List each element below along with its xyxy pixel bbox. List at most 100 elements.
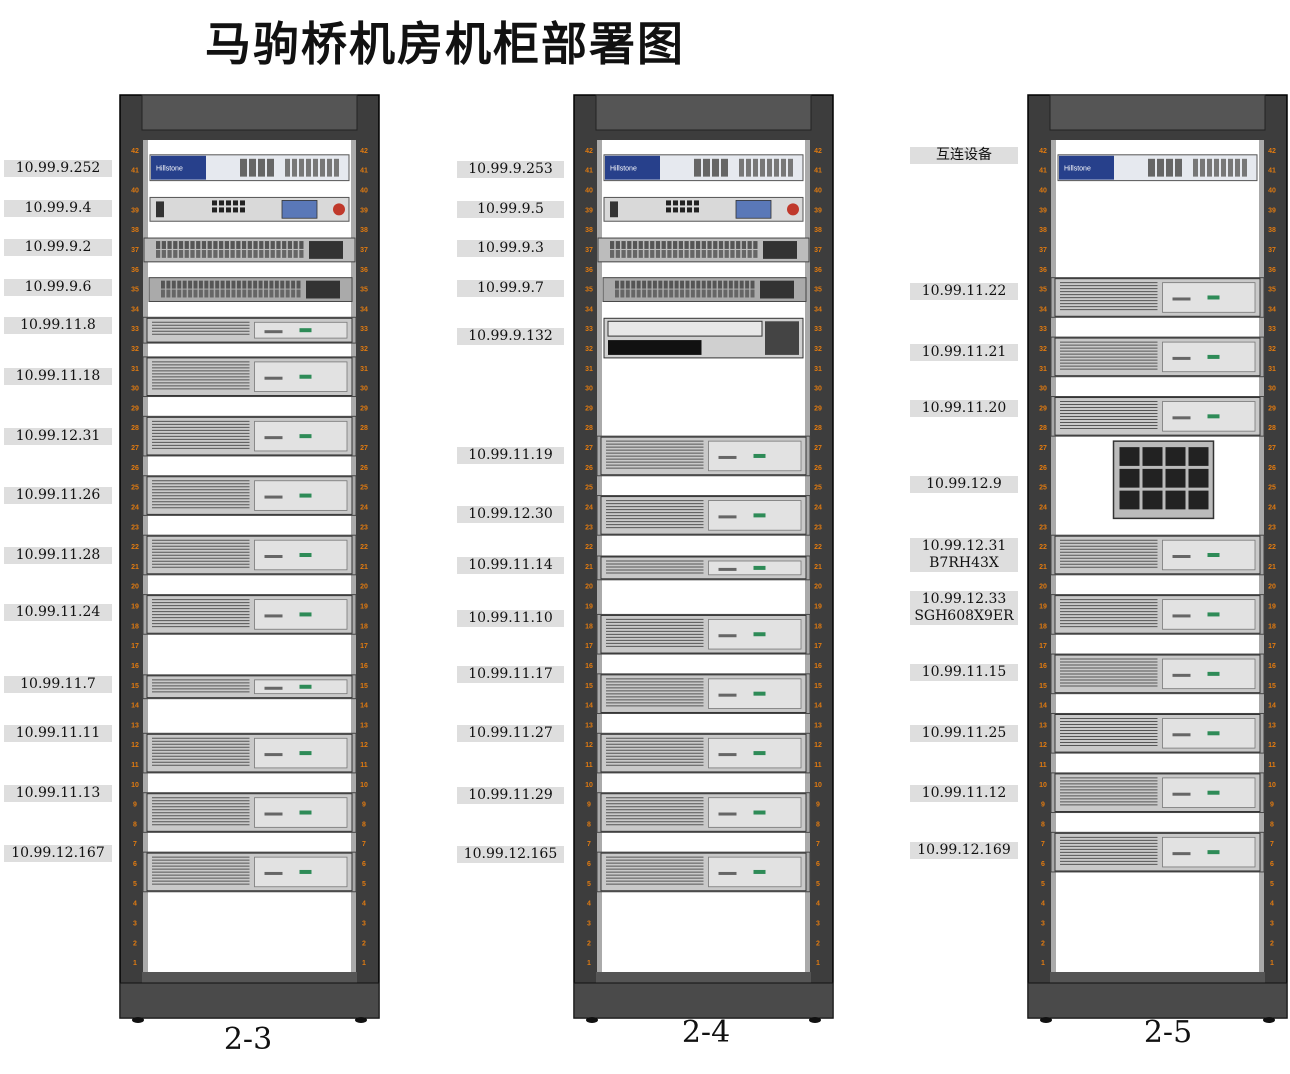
switch-port [258, 289, 263, 298]
port [1148, 158, 1155, 177]
switch-port [620, 289, 625, 298]
unit-number: 6 [816, 861, 820, 868]
unit-number: 10 [1268, 782, 1276, 789]
server-led [753, 565, 766, 570]
switch-port [685, 289, 690, 298]
port [666, 207, 671, 213]
ip-label: 10.99.9.4 [4, 200, 112, 217]
unit-number: 23 [814, 524, 822, 531]
unit-number: 13 [1039, 722, 1047, 729]
unit-number: 2 [816, 940, 820, 947]
switch-port [642, 289, 647, 298]
unit-number: 28 [585, 425, 593, 432]
unit-number: 4 [816, 901, 820, 908]
port [746, 158, 751, 177]
unit-number: 3 [587, 920, 591, 927]
ip-label: 10.99.9.132 [457, 328, 564, 345]
switch-port [718, 241, 724, 249]
switch-port [631, 280, 636, 289]
ip-address: 10.99.11.11 [15, 725, 101, 741]
server-2u [1050, 594, 1265, 635]
ip-label: 10.99.11.8 [4, 317, 112, 334]
unit-number: 40 [1268, 188, 1276, 195]
unit-number: 22 [360, 544, 368, 551]
unit-number: 17 [360, 643, 368, 650]
server-led [1207, 612, 1220, 617]
switch-port [638, 249, 643, 258]
switch-port [166, 280, 171, 289]
switch-port [690, 280, 695, 289]
unit-number: 39 [1039, 207, 1047, 214]
server-led [299, 374, 312, 379]
ip-address: 10.99.9.252 [15, 160, 101, 176]
switch-port [615, 289, 619, 298]
switch-port [615, 280, 619, 289]
unit-number: 25 [131, 485, 139, 492]
unit-number: 27 [360, 445, 368, 452]
unit-number: 30 [814, 386, 822, 393]
switch-port [718, 249, 724, 258]
switch-port [173, 249, 178, 258]
port [226, 207, 231, 213]
switch-port [276, 249, 281, 258]
server-button [264, 753, 283, 757]
drive-bay [1188, 447, 1209, 466]
unit-number: 11 [1039, 762, 1047, 769]
unit-number: 42 [585, 148, 593, 155]
server-led [753, 810, 766, 815]
switch-port [652, 280, 657, 289]
switch-port [690, 241, 695, 249]
switch-port [707, 249, 712, 258]
unit-number: 8 [133, 821, 137, 828]
ip-address: 10.99.12.33 [921, 591, 1007, 607]
port [703, 158, 710, 177]
switch-port [167, 249, 172, 258]
switch-port [690, 289, 695, 298]
unit-number: 9 [1270, 802, 1274, 809]
server-led [1207, 354, 1220, 359]
server-2u [142, 475, 357, 516]
unit-number: 12 [814, 742, 822, 749]
switch-port [690, 249, 695, 258]
unit-number: 2 [133, 940, 137, 947]
unit-number: 36 [360, 267, 368, 274]
server-button [718, 812, 737, 816]
ip-label: 10.99.9.253 [457, 161, 564, 178]
server-2u [596, 732, 811, 774]
unit-number: 9 [1041, 802, 1045, 809]
unit-number: 28 [1039, 425, 1047, 432]
switch-port [642, 280, 647, 289]
unit-number: 23 [585, 524, 593, 531]
unit-number: 40 [360, 188, 368, 195]
unit-number: 12 [131, 742, 139, 749]
unit-number: 1 [1041, 960, 1045, 967]
ip-label: 10.99.11.7 [4, 676, 112, 693]
unit-number: 7 [587, 841, 591, 848]
rack-top [595, 94, 812, 131]
unit-number: 4 [133, 901, 137, 908]
switch-port [678, 241, 683, 249]
server-2u [596, 851, 811, 893]
switch-port [674, 280, 679, 289]
switch-port [299, 241, 304, 249]
unit-number: 40 [131, 188, 139, 195]
appliance-body [149, 196, 350, 222]
switch-port [680, 289, 684, 298]
port [219, 207, 224, 213]
port [1221, 158, 1226, 177]
ip-label: 10.99.11.14 [457, 557, 564, 574]
unit-number: 41 [1268, 168, 1276, 175]
ip-address: 10.99.11.21 [921, 344, 1007, 360]
unit-number: 42 [814, 148, 822, 155]
ip-label: 10.99.9.3 [457, 240, 564, 257]
switch-port [161, 241, 166, 249]
server-led [1207, 295, 1220, 300]
unit-number: 41 [1039, 168, 1047, 175]
switch-port [667, 241, 672, 249]
server-2u [142, 594, 357, 635]
unit-number: 20 [1268, 584, 1276, 591]
unit-number: 35 [360, 287, 368, 294]
drive-bay [1142, 447, 1163, 466]
switch-port [753, 249, 758, 258]
unit-number: 8 [587, 821, 591, 828]
